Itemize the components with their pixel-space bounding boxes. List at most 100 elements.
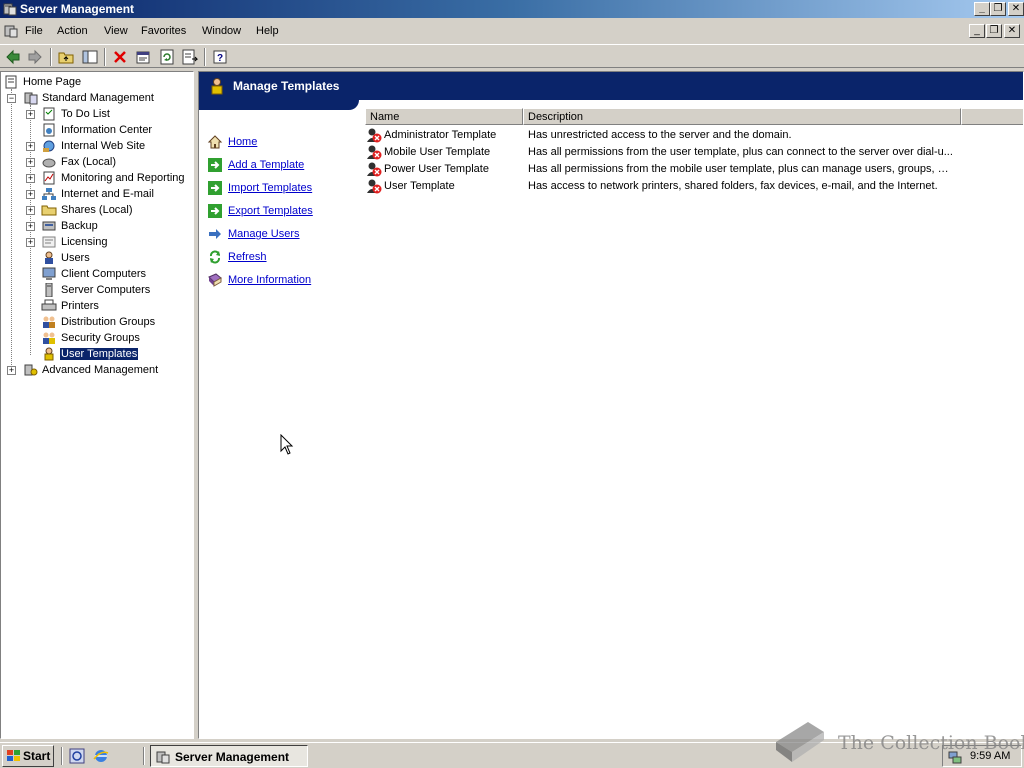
properties-icon[interactable] <box>134 48 152 66</box>
minimize-button[interactable]: _ <box>974 2 990 16</box>
tree-item-internal-web-site[interactable]: + Internal Web Site <box>1 138 191 154</box>
task-manage-users[interactable]: Manage Users <box>205 224 360 244</box>
fax-icon <box>42 158 56 168</box>
taskbar-separator <box>61 747 63 765</box>
menu-view[interactable]: View <box>104 25 128 37</box>
task-label[interactable]: More Information <box>228 274 311 286</box>
tree-item-internet-and-email[interactable]: + Internet and E-mail <box>1 186 191 202</box>
tree-item-user-templates[interactable]: User Templates <box>1 346 191 362</box>
tree-item-home-page[interactable]: Home Page <box>1 74 191 90</box>
forward-icon[interactable] <box>26 48 44 66</box>
task-import-templates[interactable]: Import Templates <box>205 178 360 198</box>
menu-help[interactable]: Help <box>256 25 279 37</box>
tree-item-advanced-management[interactable]: + Advanced Management <box>1 362 191 378</box>
child-close-button[interactable]: ✕ <box>1004 24 1020 38</box>
delete-icon[interactable] <box>111 48 129 66</box>
start-button[interactable]: Start <box>2 745 54 767</box>
menu-file[interactable]: File <box>25 25 43 37</box>
tree-item-client-computers[interactable]: Client Computers <box>1 266 191 282</box>
advanced-management-icon <box>24 364 38 376</box>
list-item[interactable]: User Template Has access to network prin… <box>365 178 1023 195</box>
expand-toggle[interactable]: + <box>26 206 35 215</box>
printer-icon <box>41 299 57 311</box>
child-minimize-button[interactable]: _ <box>969 24 985 38</box>
task-label: Server Management <box>175 750 290 764</box>
tree-item-monitoring-and-reporting[interactable]: + Monitoring and Reporting <box>1 170 191 186</box>
tree-item-licensing[interactable]: + Licensing <box>1 234 191 250</box>
task-more-information[interactable]: More Information <box>205 270 360 290</box>
close-button[interactable]: ✕ <box>1008 2 1024 16</box>
template-error-icon <box>367 128 382 143</box>
menu-action[interactable]: Action <box>57 25 88 37</box>
up-folder-icon[interactable] <box>57 48 75 66</box>
expand-toggle[interactable]: + <box>7 366 16 375</box>
header-decoration <box>199 100 359 110</box>
expand-toggle[interactable]: + <box>26 142 35 151</box>
task-label[interactable]: Add a Template <box>228 159 304 171</box>
expand-toggle[interactable]: + <box>26 238 35 247</box>
console-tree[interactable]: Home Page − Standard Management + To Do … <box>0 71 194 739</box>
template-error-icon <box>367 162 382 177</box>
security-group-icon <box>43 332 55 344</box>
shared-folder-icon <box>41 205 57 216</box>
expand-toggle[interactable]: + <box>26 190 35 199</box>
task-label[interactable]: Export Templates <box>228 205 313 217</box>
group-icon <box>43 316 55 328</box>
task-add-template[interactable]: Add a Template <box>205 155 360 175</box>
expand-toggle[interactable]: + <box>26 158 35 167</box>
task-export-templates[interactable]: Export Templates <box>205 201 360 221</box>
task-label[interactable]: Import Templates <box>228 182 312 194</box>
expand-toggle[interactable]: + <box>26 222 35 231</box>
expand-toggle[interactable]: + <box>26 110 35 119</box>
tree-item-server-computers[interactable]: Server Computers <box>1 282 191 298</box>
toolbar-separator <box>50 48 52 66</box>
toolbar: ? <box>0 44 1024 68</box>
restore-button[interactable]: ❐ <box>990 2 1006 16</box>
export-list-icon[interactable] <box>181 48 199 66</box>
tree-item-standard-management[interactable]: − Standard Management <box>1 90 191 106</box>
expand-toggle[interactable]: + <box>26 174 35 183</box>
tree-item-fax-local[interactable]: + Fax (Local) <box>1 154 191 170</box>
column-header-description[interactable]: Description <box>523 108 961 125</box>
tree-label: Security Groups <box>61 332 140 344</box>
list-item[interactable]: Mobile User Template Has all permissions… <box>365 144 1023 161</box>
task-refresh[interactable]: Refresh <box>205 247 360 267</box>
tree-item-users[interactable]: Users <box>1 250 191 266</box>
template-description: Has all permissions from the user templa… <box>528 146 953 158</box>
task-label[interactable]: Manage Users <box>228 228 300 240</box>
help-icon[interactable]: ? <box>211 48 229 66</box>
menu-window[interactable]: Window <box>202 25 241 37</box>
column-header-empty[interactable] <box>961 108 1023 125</box>
tree-item-to-do-list[interactable]: + To Do List <box>1 106 191 122</box>
collapse-toggle[interactable]: − <box>7 94 16 103</box>
internet-explorer-icon[interactable] <box>92 747 110 765</box>
toolbar-separator <box>204 48 206 66</box>
house-icon <box>207 135 223 149</box>
taskbar-task-server-management[interactable]: Server Management <box>150 745 308 767</box>
tree-item-backup[interactable]: + Backup <box>1 218 191 234</box>
task-label[interactable]: Home <box>228 136 257 148</box>
start-label: Start <box>23 749 51 763</box>
show-hide-tree-icon[interactable] <box>81 48 99 66</box>
list-item[interactable]: Administrator Template Has unrestricted … <box>365 127 1023 144</box>
tree-item-security-groups[interactable]: Security Groups <box>1 330 191 346</box>
tree-item-information-center[interactable]: Information Center <box>1 122 191 138</box>
server-manager-quicklaunch-icon[interactable] <box>68 747 86 765</box>
user-template-icon <box>44 347 54 361</box>
column-header-name[interactable]: Name <box>365 108 523 125</box>
tree-label: Internal Web Site <box>61 140 146 152</box>
template-error-icon <box>367 179 382 194</box>
tree-item-distribution-groups[interactable]: Distribution Groups <box>1 314 191 330</box>
tree-item-shares-local[interactable]: + Shares (Local) <box>1 202 191 218</box>
back-icon[interactable] <box>4 48 22 66</box>
tree-label: Fax (Local) <box>61 156 117 168</box>
child-restore-button[interactable]: ❐ <box>986 24 1002 38</box>
console-icon[interactable] <box>3 23 19 39</box>
task-label[interactable]: Refresh <box>228 251 267 263</box>
list-item[interactable]: Power User Template Has all permissions … <box>365 161 1023 178</box>
menu-favorites[interactable]: Favorites <box>141 25 186 37</box>
green-arrow-icon <box>208 204 222 218</box>
refresh-icon[interactable] <box>158 48 176 66</box>
task-home[interactable]: Home <box>205 132 360 152</box>
tree-item-printers[interactable]: Printers <box>1 298 191 314</box>
